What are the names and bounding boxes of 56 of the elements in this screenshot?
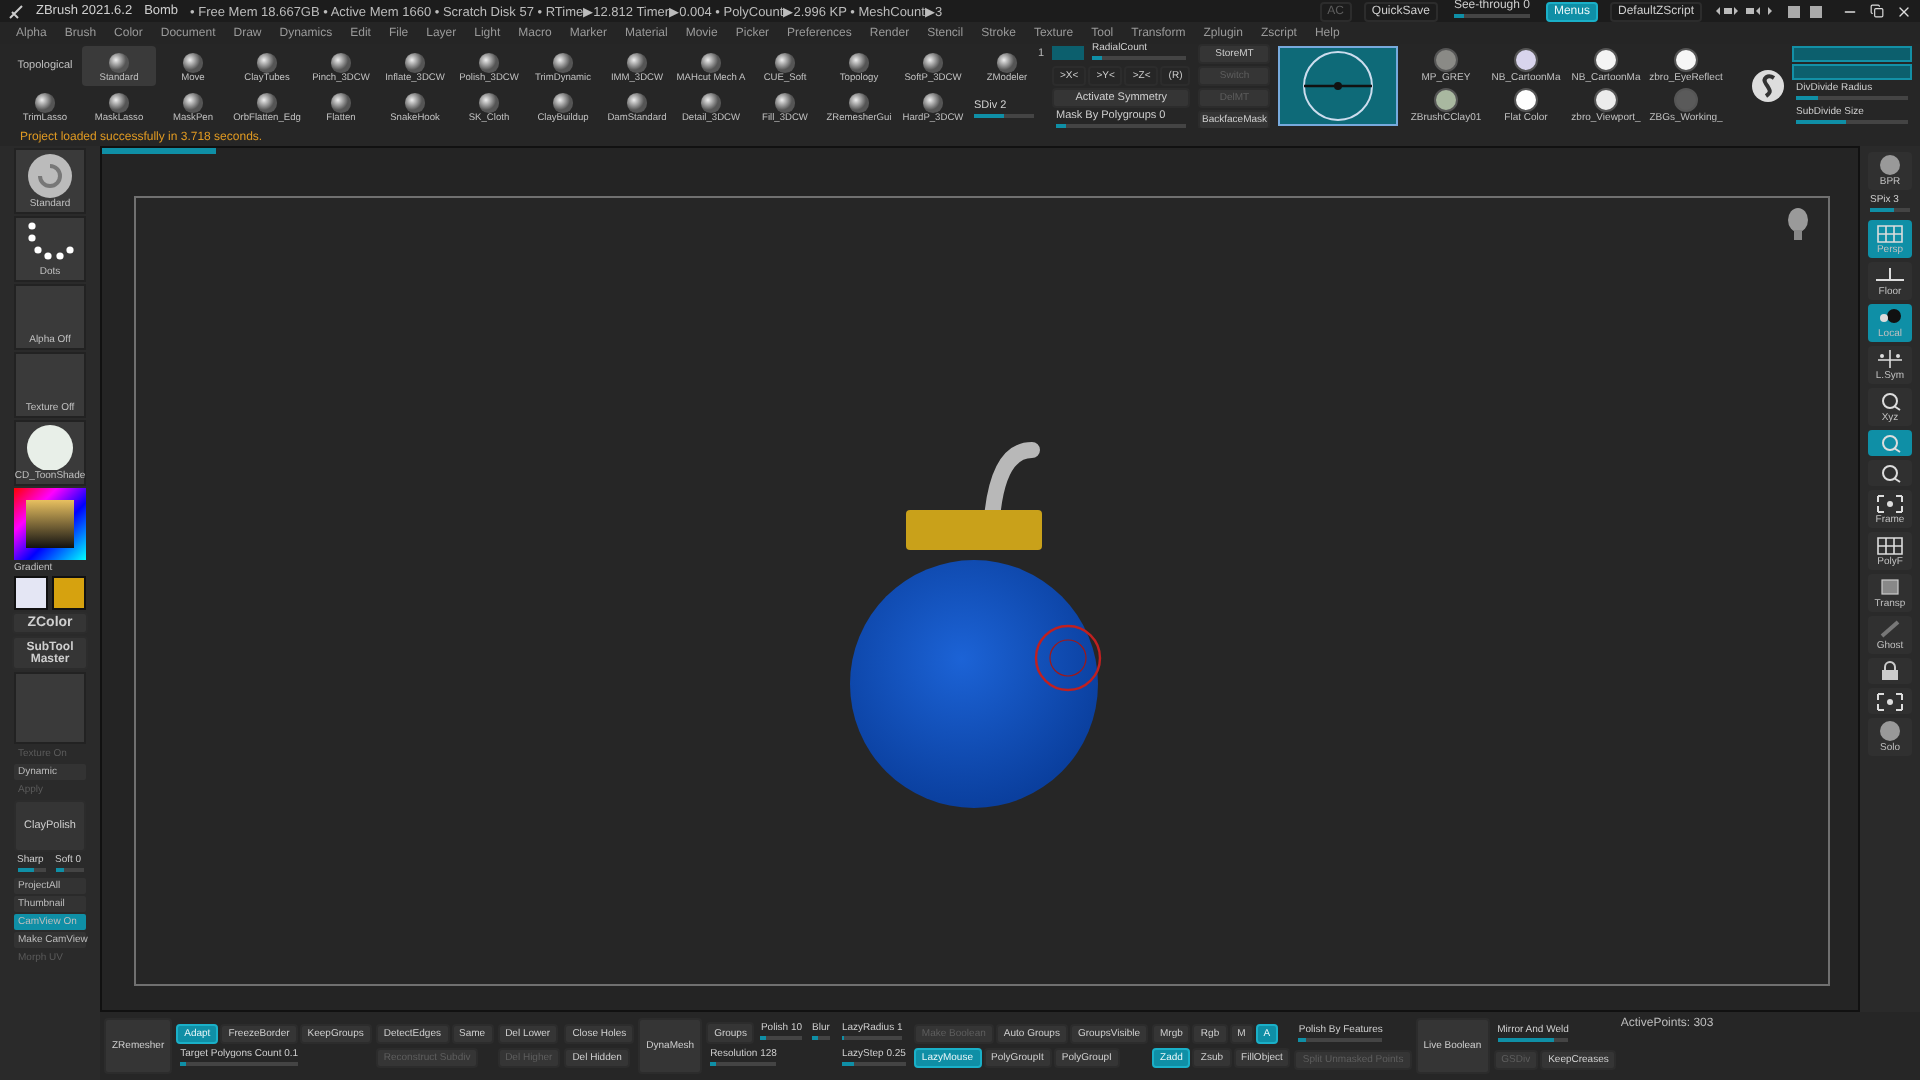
toggle-switch[interactable] bbox=[1052, 45, 1084, 59]
swirl-logo-icon bbox=[1750, 68, 1786, 104]
view-tool-button[interactable] bbox=[1868, 658, 1912, 684]
brush-sphere-icon bbox=[330, 92, 352, 114]
head-icon bbox=[1784, 206, 1812, 242]
brush-sphere-icon bbox=[700, 52, 722, 74]
brush-sphere-icon bbox=[848, 52, 870, 74]
sphere-icon bbox=[1874, 154, 1906, 176]
empty-tile bbox=[14, 672, 86, 744]
brush-sphere-icon bbox=[182, 52, 204, 74]
frame-icon bbox=[1874, 492, 1906, 514]
brush-sphere-icon bbox=[996, 52, 1018, 74]
sphere-icon bbox=[1874, 720, 1906, 742]
symmetry-icon bbox=[1874, 348, 1906, 370]
color-picker[interactable] bbox=[14, 488, 86, 560]
brush-sphere-icon bbox=[552, 92, 574, 114]
brush-sphere-icon bbox=[922, 52, 944, 74]
brush-sphere-icon bbox=[774, 92, 796, 114]
brush-sphere-icon bbox=[922, 92, 944, 114]
orientation-gizmo[interactable] bbox=[1278, 46, 1398, 126]
brush-sphere-icon bbox=[404, 92, 426, 114]
brush-sphere-icon bbox=[478, 52, 500, 74]
brush-sphere-icon bbox=[626, 92, 648, 114]
restore-icon[interactable] bbox=[1870, 4, 1884, 18]
brush-sphere-icon bbox=[404, 52, 426, 74]
color-swatch[interactable] bbox=[52, 576, 86, 610]
brush-sphere-icon bbox=[24, 152, 76, 198]
brush-sphere-icon bbox=[108, 92, 130, 114]
dots-icon bbox=[24, 220, 76, 264]
grid-icon bbox=[1874, 534, 1906, 556]
frame-icon bbox=[1874, 690, 1906, 712]
brush-sphere-icon bbox=[848, 92, 870, 114]
brush-sphere-icon bbox=[774, 52, 796, 74]
brush-sphere-icon bbox=[182, 92, 204, 114]
brush-sphere-icon bbox=[700, 92, 722, 114]
plugin-bar[interactable] bbox=[1792, 63, 1912, 79]
floor-icon bbox=[1874, 264, 1906, 286]
view-tool-button[interactable] bbox=[1868, 460, 1912, 486]
gizmo-sphere-icon bbox=[1300, 48, 1377, 124]
brush-cursor-icon bbox=[1032, 622, 1105, 695]
close-icon[interactable] bbox=[1896, 3, 1912, 19]
color-swatch[interactable] bbox=[14, 576, 48, 610]
brush-sphere-icon bbox=[256, 92, 278, 114]
local-icon bbox=[1874, 306, 1906, 328]
brush-sphere-icon bbox=[34, 92, 56, 114]
brush-sphere-icon bbox=[626, 52, 648, 74]
view-tool-button[interactable] bbox=[1868, 688, 1912, 714]
brush-sphere-icon bbox=[108, 52, 130, 74]
brush-sphere-icon bbox=[330, 52, 352, 74]
grid-icon bbox=[1874, 222, 1906, 244]
brush-sphere-icon bbox=[552, 52, 574, 74]
brush-sphere-icon bbox=[478, 92, 500, 114]
plugin-bar[interactable] bbox=[1792, 45, 1912, 61]
layout-arrows-icon bbox=[1714, 4, 1774, 18]
app-logo-icon bbox=[8, 3, 24, 19]
brush-sphere-icon bbox=[256, 52, 278, 74]
